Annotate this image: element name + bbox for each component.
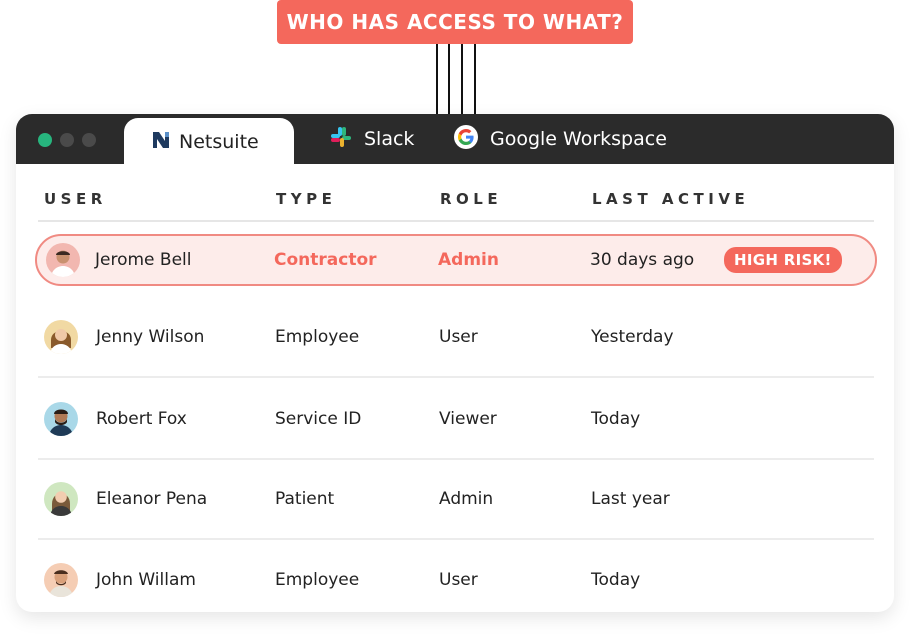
- table-row[interactable]: John Willam Employee User Today: [38, 540, 874, 612]
- tab-label: Google Workspace: [490, 128, 667, 150]
- tab-netsuite[interactable]: Netsuite: [124, 118, 294, 166]
- user-type: Employee: [275, 570, 360, 590]
- app-window: Netsuite Slack Google Workspace USER TYP…: [16, 114, 894, 612]
- google-icon: [454, 124, 478, 154]
- connector-line: [448, 44, 450, 116]
- user-role: User: [439, 327, 478, 347]
- user-type: Employee: [275, 327, 360, 347]
- netsuite-icon: [152, 130, 170, 154]
- tab-label: Netsuite: [179, 131, 259, 153]
- title-bar: Netsuite Slack Google Workspace: [16, 114, 894, 166]
- window-control-green[interactable]: [38, 133, 52, 147]
- table-row[interactable]: Jenny Wilson Employee User Yesterday: [38, 298, 874, 378]
- avatar: [44, 563, 78, 597]
- avatar: [44, 402, 78, 436]
- user-type: Service ID: [275, 409, 362, 429]
- connector-line: [474, 44, 476, 116]
- table-header: USER TYPE ROLE LAST ACTIVE: [38, 164, 874, 222]
- user-role: Viewer: [439, 409, 497, 429]
- column-header-user[interactable]: USER: [44, 190, 107, 208]
- slack-icon: [330, 126, 352, 153]
- user-name: Robert Fox: [96, 409, 187, 429]
- access-callout: WHO HAS ACCESS TO WHAT?: [277, 0, 633, 44]
- user-role: Admin: [439, 489, 494, 509]
- user-name: John Willam: [96, 570, 196, 590]
- connector-line: [436, 44, 438, 116]
- user-role: Admin: [438, 250, 499, 270]
- column-header-last-active[interactable]: LAST ACTIVE: [592, 190, 749, 208]
- last-active: Today: [591, 409, 641, 429]
- column-header-type[interactable]: TYPE: [276, 190, 336, 208]
- tab-label: Slack: [364, 128, 415, 150]
- window-control-gray[interactable]: [82, 133, 96, 147]
- table-row[interactable]: Robert Fox Service ID Viewer Today: [38, 380, 874, 460]
- user-type: Contractor: [274, 250, 377, 270]
- table-row[interactable]: Eleanor Pena Patient Admin Last year: [38, 460, 874, 540]
- tab-google-workspace[interactable]: Google Workspace: [454, 122, 667, 156]
- last-active: Last year: [591, 489, 670, 509]
- avatar: [44, 320, 78, 354]
- user-name: Jenny Wilson: [96, 327, 205, 347]
- user-name: Eleanor Pena: [96, 489, 208, 509]
- risk-badge: HIGH RISK!: [724, 247, 842, 273]
- user-name: Jerome Bell: [95, 250, 192, 270]
- avatar: [46, 243, 80, 277]
- user-role: User: [439, 570, 478, 590]
- avatar: [44, 482, 78, 516]
- table-row[interactable]: Jerome Bell Contractor Admin 30 days ago…: [35, 234, 877, 286]
- connector-line: [461, 44, 463, 116]
- tab-slack[interactable]: Slack: [330, 122, 414, 156]
- last-active: Today: [591, 570, 641, 590]
- last-active: Yesterday: [591, 327, 674, 347]
- callout-text: WHO HAS ACCESS TO WHAT?: [286, 10, 624, 34]
- window-control-gray[interactable]: [60, 133, 74, 147]
- column-header-role[interactable]: ROLE: [440, 190, 502, 208]
- last-active: 30 days ago: [590, 250, 695, 270]
- user-type: Patient: [275, 489, 335, 509]
